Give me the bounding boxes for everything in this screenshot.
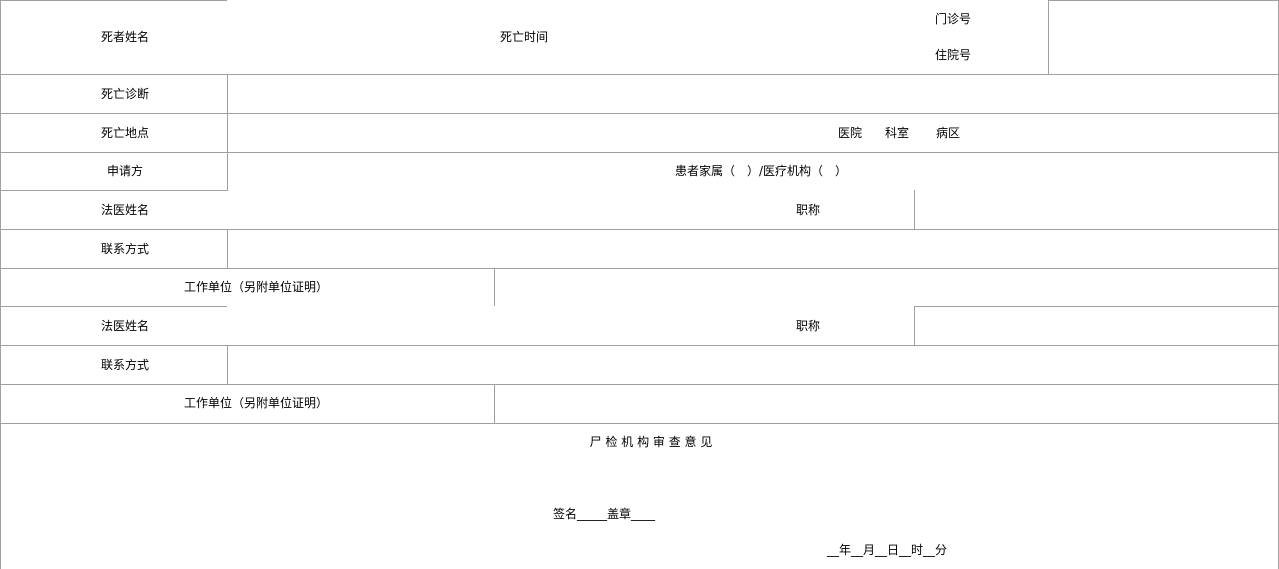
examiner-2-contact-field[interactable] bbox=[228, 346, 1278, 384]
department-label: 科室 bbox=[885, 126, 910, 140]
examiner-2-workplace-label: 工作单位（另附单位证明） bbox=[183, 396, 329, 410]
deceased-name-field[interactable] bbox=[228, 1, 458, 73]
deceased-name-label: 死者姓名 bbox=[100, 30, 150, 44]
examiner-1-workplace-label: 工作单位（另附单位证明） bbox=[183, 280, 329, 294]
examiner-2-workplace-field[interactable] bbox=[495, 385, 1278, 423]
examiner-2-title-label: 职称 bbox=[795, 319, 821, 333]
death-time-field[interactable] bbox=[590, 1, 890, 73]
examiner-1-name-label: 法医姓名 bbox=[100, 203, 150, 217]
examiner-1-title-label: 职称 bbox=[795, 203, 821, 217]
examiner-2-contact-label: 联系方式 bbox=[100, 358, 150, 372]
row-divider bbox=[0, 190, 227, 191]
hospital-label: 医院 bbox=[838, 126, 863, 140]
row-divider bbox=[0, 152, 1279, 153]
examiner-1-workplace-field[interactable] bbox=[495, 269, 1278, 306]
examiner-2-name-field[interactable] bbox=[228, 307, 778, 345]
row-divider bbox=[0, 423, 1279, 424]
patient-number-field[interactable] bbox=[1049, 1, 1278, 74]
review-opinion-title: 尸 检 机 构 审 查 意 见 bbox=[589, 435, 713, 449]
death-diagnosis-field[interactable] bbox=[228, 75, 1278, 113]
review-opinion-field[interactable] bbox=[1, 455, 1278, 500]
autopsy-application-form: 死者姓名 死亡时间 门诊号 住院号 死亡诊断 死亡地点 医院 科室 病区 申请方… bbox=[0, 0, 1279, 569]
border-top-left bbox=[0, 0, 227, 1]
inpatient-number-label: 住院号 bbox=[934, 48, 972, 62]
examiner-2-title-field[interactable] bbox=[915, 307, 1278, 345]
examiner-2-name-label: 法医姓名 bbox=[100, 319, 150, 333]
ward-label: 病区 bbox=[936, 126, 961, 140]
examiner-1-contact-field[interactable] bbox=[228, 230, 1278, 268]
examiner-1-title-field[interactable] bbox=[915, 191, 1278, 229]
examiner-1-name-field[interactable] bbox=[228, 191, 778, 229]
death-diagnosis-label: 死亡诊断 bbox=[100, 87, 150, 101]
row-divider bbox=[0, 306, 227, 307]
applicant-label: 申请方 bbox=[106, 164, 144, 178]
death-time-label: 死亡时间 bbox=[499, 30, 549, 44]
outpatient-number-label: 门诊号 bbox=[934, 12, 972, 26]
date-time-line: __年__月__日__时__分 bbox=[826, 543, 948, 557]
applicant-options[interactable]: 患者家属（ ）/医疗机构（ ） bbox=[675, 164, 847, 178]
death-place-field[interactable] bbox=[228, 114, 828, 152]
signature-seal-line: 签名_____盖章____ bbox=[552, 507, 656, 521]
examiner-1-contact-label: 联系方式 bbox=[100, 242, 150, 256]
death-place-label: 死亡地点 bbox=[100, 126, 150, 140]
